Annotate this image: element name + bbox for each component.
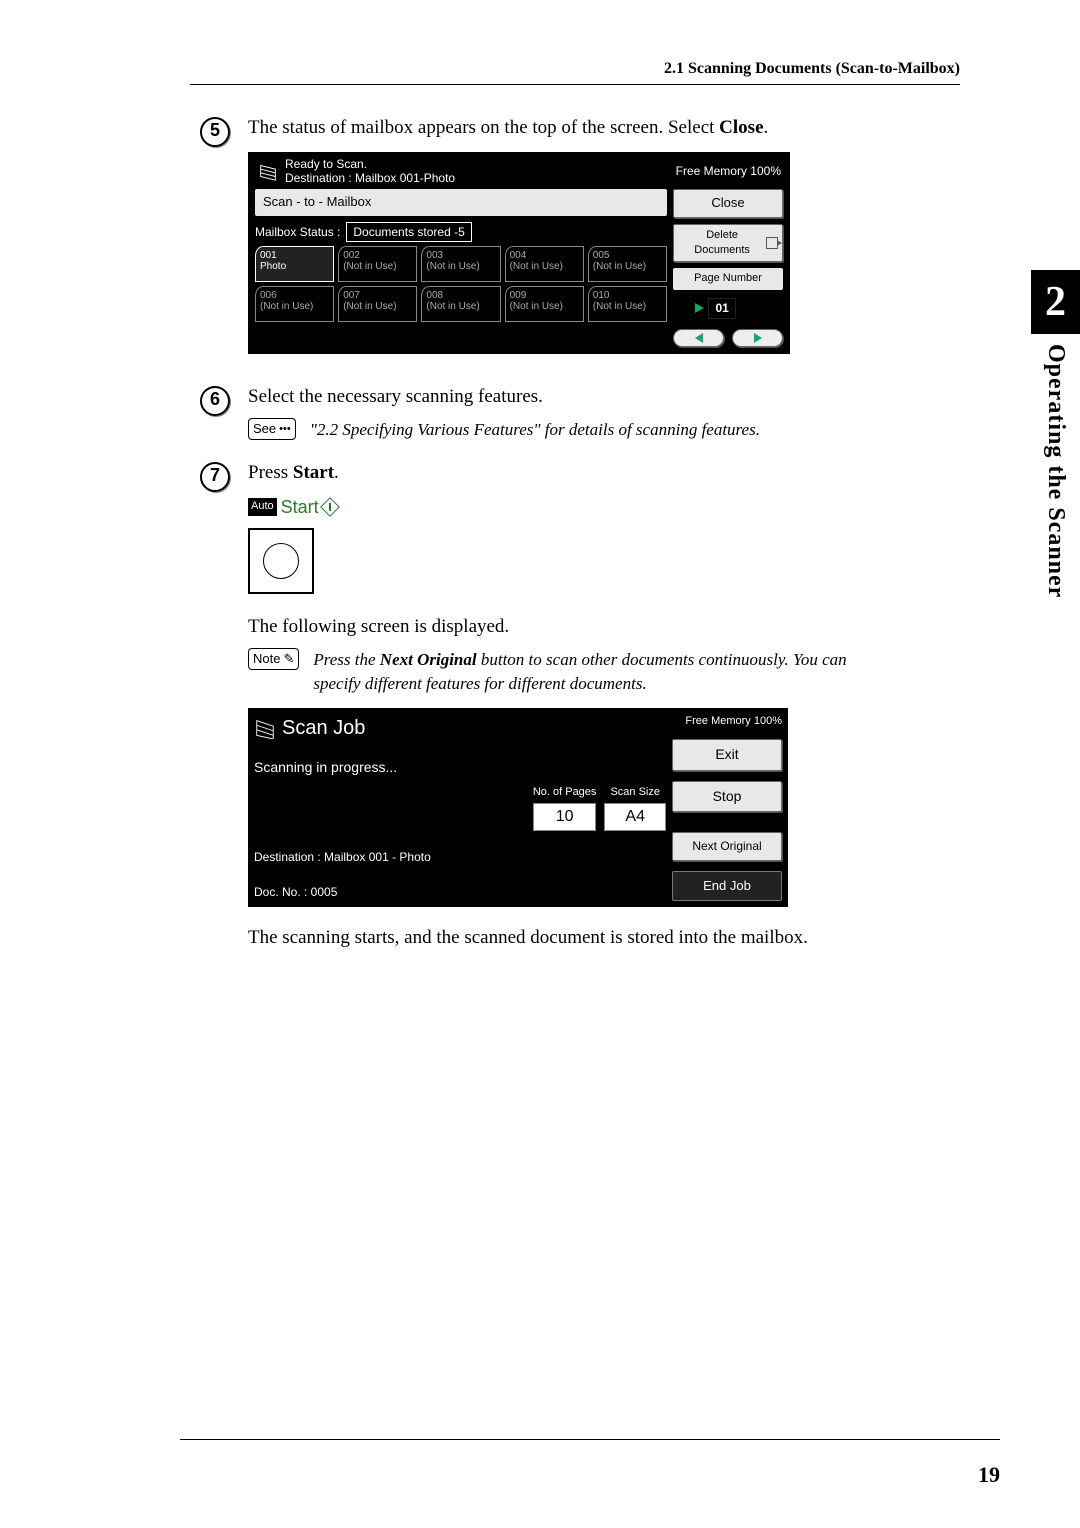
scan-job-panel: Scan Job Scanning in progress... No. of …: [248, 708, 788, 908]
next-original-button[interactable]: Next Original: [672, 832, 782, 861]
page-next-button[interactable]: [732, 329, 783, 347]
start-button-area: Auto Start: [248, 495, 880, 594]
job-destination: Destination : Mailbox 001 - Photo: [254, 849, 666, 866]
pages-value: 10: [533, 803, 597, 831]
dots-icon: •••: [279, 422, 291, 437]
total-pages: 20: [747, 300, 760, 317]
mailbox-slot[interactable]: 009(Not in Use): [505, 286, 584, 322]
arrow-right-icon: [754, 333, 762, 343]
chapter-number: 2: [1031, 270, 1080, 334]
chapter-tab: 2 Operating the Scanner: [1031, 270, 1080, 598]
job-free-memory: Free Memory 100%: [672, 714, 782, 729]
scan-job-title: Scan Job: [282, 714, 365, 742]
pencil-icon: ✎: [283, 650, 294, 668]
mailbox-slot[interactable]: 008(Not in Use): [421, 286, 500, 322]
page-number-label: Page Number: [673, 268, 783, 289]
panel-mode-label: Scan - to - Mailbox: [263, 193, 371, 211]
step-7: 7 Press Start. Auto Start The following …: [200, 460, 880, 960]
mailbox-slot[interactable]: 005(Not in Use): [588, 246, 667, 282]
mailbox-status-value: Documents stored -5: [346, 222, 471, 243]
following-screen-text: The following screen is displayed.: [248, 614, 880, 641]
document-out-icon: [766, 237, 778, 249]
end-job-button[interactable]: End Job: [672, 871, 782, 901]
see-tag: See•••: [248, 418, 296, 440]
circle-icon: [263, 543, 299, 579]
job-doc-number: Doc. No. : 0005: [254, 884, 666, 901]
mailbox-slot[interactable]: 001Photo: [255, 246, 334, 282]
play-icon: [695, 303, 704, 313]
step-number-5: 5: [200, 117, 230, 147]
panel-ready-text: Ready to Scan.: [285, 157, 670, 171]
mailbox-slot[interactable]: 007(Not in Use): [338, 286, 417, 322]
page-number-display: 01 / 20: [673, 298, 783, 319]
close-button[interactable]: Close: [673, 189, 783, 217]
mailbox-slot[interactable]: 002(Not in Use): [338, 246, 417, 282]
footer-rule: [180, 1439, 1000, 1440]
arrow-left-icon: [695, 333, 703, 343]
scan-progress-text: Scanning in progress...: [254, 758, 666, 778]
panel-destination-text: Destination : Mailbox 001-Photo: [285, 171, 670, 185]
page-number: 19: [978, 1462, 1000, 1488]
mailbox-status-label: Mailbox Status :: [255, 224, 340, 241]
start-label: Start: [281, 495, 319, 520]
see-reference: "2.2 Specifying Various Features" for de…: [310, 418, 880, 442]
mailbox-slot[interactable]: 010(Not in Use): [588, 286, 667, 322]
note-text: Press the Next Original button to scan o…: [313, 648, 880, 696]
mailbox-slot[interactable]: 003(Not in Use): [421, 246, 500, 282]
note-tag: Note✎: [248, 648, 299, 670]
step-5: 5 The status of mailbox appears on the t…: [200, 115, 880, 374]
header-rule: [190, 84, 960, 85]
mailbox-slot[interactable]: 006(Not in Use): [255, 286, 334, 322]
start-diamond-icon: [323, 500, 337, 514]
closing-text: The scanning starts, and the scanned doc…: [248, 925, 880, 952]
start-physical-button[interactable]: [248, 528, 314, 594]
step-number-7: 7: [200, 462, 230, 492]
current-page: 01: [708, 298, 735, 319]
delete-documents-button[interactable]: Delete Documents: [673, 224, 783, 263]
exit-button[interactable]: Exit: [672, 739, 782, 771]
section-heading: 2.1 Scanning Documents (Scan-to-Mailbox): [80, 60, 960, 78]
step-6: 6 Select the necessary scanning features…: [200, 384, 880, 442]
stop-button[interactable]: Stop: [672, 781, 782, 813]
step-7-text: Press Start.: [248, 460, 880, 487]
mailbox-slot[interactable]: 004(Not in Use): [505, 246, 584, 282]
scan-size-value: A4: [604, 803, 666, 831]
scanner-icon: [254, 717, 276, 739]
step-6-text: Select the necessary scanning features.: [248, 384, 880, 411]
scanner-small-icon: [257, 160, 279, 182]
auto-badge: Auto: [248, 498, 277, 515]
mailbox-panel: Ready to Scan. Destination : Mailbox 001…: [248, 152, 790, 354]
scan-size-label: Scan Size: [604, 785, 666, 800]
step-number-6: 6: [200, 386, 230, 416]
step-5-text: The status of mailbox appears on the top…: [248, 115, 880, 142]
page-prev-button[interactable]: [673, 329, 724, 347]
chapter-title: Operating the Scanner: [1042, 344, 1069, 598]
panel-free-memory: Free Memory 100%: [676, 163, 781, 180]
mailbox-slot-grid: 001Photo002(Not in Use)003(Not in Use)00…: [255, 246, 667, 322]
pages-label: No. of Pages: [533, 785, 597, 800]
